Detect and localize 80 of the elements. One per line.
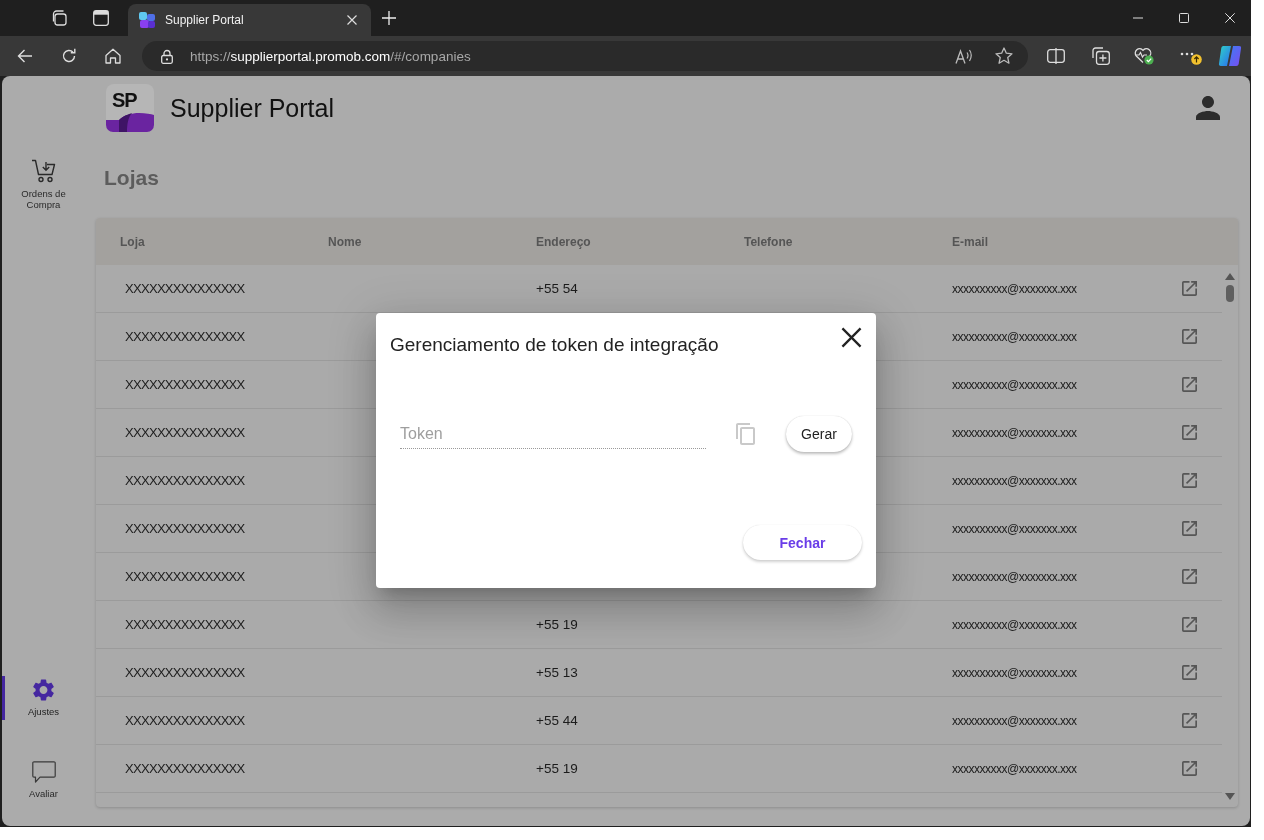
column-header: Nome xyxy=(328,234,363,249)
token-field[interactable]: Token xyxy=(400,419,706,449)
table-cell-text: XXXXXXXXXXXXXXX xyxy=(124,377,246,392)
lock-icon[interactable] xyxy=(161,48,173,64)
refresh-icon[interactable] xyxy=(61,48,77,64)
open-external-icon[interactable] xyxy=(1182,617,1197,632)
sidebar-item[interactable]: Ordens de Compra xyxy=(2,156,82,213)
browser-tab[interactable]: Supplier Portal xyxy=(128,4,371,36)
home-icon[interactable] xyxy=(105,48,121,64)
scroll-up-icon[interactable] xyxy=(1225,273,1235,280)
open-external-icon[interactable] xyxy=(1182,761,1197,776)
star-icon[interactable] xyxy=(995,47,1013,65)
table-cell-text: XXXXXXXXXXXXXXX xyxy=(124,281,246,296)
table-cell-text: XXXXXXXXXXXXXXX xyxy=(124,665,246,680)
table-cell-text: xxxxxxxxxx@xxxxxxx.xxx xyxy=(952,473,1078,488)
open-external-icon[interactable] xyxy=(1182,569,1197,584)
scrollbar-thumb[interactable] xyxy=(1226,285,1234,302)
table-cell-text: xxxxxxxxxx@xxxxxxx.xxx xyxy=(952,329,1078,344)
table-cell-text: XXXXXXXXXXXXXXX xyxy=(124,617,246,632)
open-external-icon[interactable] xyxy=(1182,425,1197,440)
table-cell-text: XXXXXXXXXXXXXXX xyxy=(124,473,246,488)
table-cell-text: xxxxxxxxxx@xxxxxxx.xxx xyxy=(952,761,1078,776)
close-icon[interactable] xyxy=(841,327,862,348)
scroll-down-icon[interactable] xyxy=(1225,793,1235,800)
user-icon[interactable] xyxy=(1196,96,1220,120)
cart-icon xyxy=(30,159,57,183)
generate-button[interactable]: Gerar xyxy=(786,416,852,452)
tab-title: Supplier Portal xyxy=(165,13,245,27)
tab-actions-icon[interactable] xyxy=(93,10,109,26)
app-title: Supplier Portal xyxy=(170,93,334,123)
column-header: Endereço xyxy=(536,234,592,249)
dialog-title: Gerenciamento de token de integração xyxy=(390,333,719,357)
table-cell-text: xxxxxxxxxx@xxxxxxx.xxx xyxy=(952,281,1078,296)
favicon-icon xyxy=(139,12,155,28)
sidebar-item[interactable]: Ajustes xyxy=(2,676,82,720)
workspaces-icon[interactable] xyxy=(51,10,67,26)
table-cell-text: XXXXXXXXXXXXXXX xyxy=(124,521,246,536)
table-cell-text: +55 54 xyxy=(536,281,579,296)
table-cell-text: xxxxxxxxxx@xxxxxxx.xxx xyxy=(952,425,1078,440)
table-cell-text: +55 19 xyxy=(536,761,579,776)
read-aloud-icon[interactable] xyxy=(955,48,973,64)
collections-icon[interactable] xyxy=(1092,47,1110,65)
settings-icon xyxy=(33,679,54,701)
speech-bubble-icon xyxy=(31,761,56,783)
table-cell-text: +55 19 xyxy=(536,617,579,632)
url-text[interactable]: https://supplierportal.promob.com/#/companies xyxy=(190,48,471,64)
column-header: Telefone xyxy=(744,234,794,249)
heart-pulse-icon[interactable] xyxy=(1134,47,1154,65)
open-external-icon[interactable] xyxy=(1182,377,1197,392)
sidebar-item[interactable]: Avaliar xyxy=(2,758,82,802)
table-cell-text: XXXXXXXXXXXXXXX xyxy=(124,713,246,728)
table-cell-text: XXXXXXXXXXXXXXX xyxy=(124,761,246,776)
column-header: E-mail xyxy=(952,234,989,249)
new-tab-icon[interactable] xyxy=(382,11,396,25)
app-logo: SP xyxy=(106,84,154,132)
open-external-icon[interactable] xyxy=(1182,665,1197,680)
address-bar[interactable]: https://supplierportal.promob.com/#/companies xyxy=(142,41,1028,71)
table-cell-text: xxxxxxxxxx@xxxxxxx.xxx xyxy=(952,569,1078,584)
copilot-icon[interactable] xyxy=(1218,44,1242,68)
open-external-icon[interactable] xyxy=(1182,521,1197,536)
open-external-icon[interactable] xyxy=(1182,713,1197,728)
open-external-icon[interactable] xyxy=(1182,473,1197,488)
table-cell-text: +55 44 xyxy=(536,713,579,728)
table-cell-text: XXXXXXXXXXXXXXX xyxy=(124,425,246,440)
table-cell-text: XXXXXXXXXXXXXXX xyxy=(124,569,246,584)
table-cell-text: xxxxxxxxxx@xxxxxxx.xxx xyxy=(952,617,1078,632)
table-cell-text: +55 13 xyxy=(536,665,579,680)
open-external-icon[interactable] xyxy=(1182,281,1197,296)
table-cell-text: xxxxxxxxxx@xxxxxxx.xxx xyxy=(952,521,1078,536)
table-cell-text: xxxxxxxxxx@xxxxxxx.xxx xyxy=(952,377,1078,392)
table-cell-text: XXXXXXXXXXXXXXX xyxy=(124,329,246,344)
back-arrow-icon[interactable] xyxy=(17,49,33,63)
page-title: Lojas xyxy=(104,165,160,191)
close-button[interactable]: Fechar xyxy=(743,525,862,560)
table-cell-text: xxxxxxxxxx@xxxxxxx.xxx xyxy=(952,713,1078,728)
maximize-icon[interactable] xyxy=(1179,13,1189,23)
table-cell-text: xxxxxxxxxx@xxxxxxx.xxx xyxy=(952,665,1078,680)
column-header: Loja xyxy=(120,234,146,249)
open-external-icon[interactable] xyxy=(1182,329,1197,344)
split-screen-icon[interactable] xyxy=(1047,48,1065,64)
